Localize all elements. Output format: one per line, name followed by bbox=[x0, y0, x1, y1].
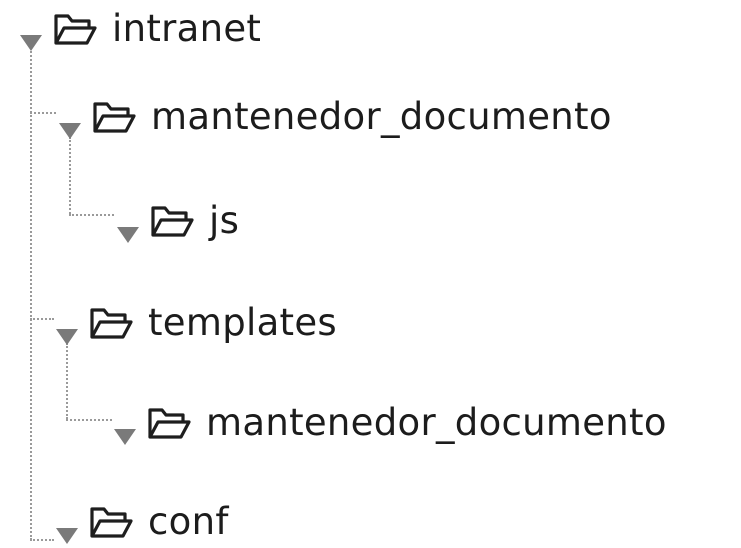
tree-node-label: js bbox=[209, 199, 240, 242]
expander-arrow-icon[interactable] bbox=[52, 497, 82, 547]
tree-node-label: mantenedor_documento bbox=[151, 95, 612, 138]
tree-guide-line bbox=[30, 318, 54, 320]
tree-node-label: intranet bbox=[112, 7, 262, 50]
tree-node-intranet[interactable]: intranet bbox=[16, 4, 261, 54]
tree-node-templates[interactable]: templates bbox=[52, 298, 337, 348]
tree-node-label: templates bbox=[148, 301, 338, 344]
expander-arrow-icon[interactable] bbox=[55, 92, 85, 142]
expander-arrow-icon[interactable] bbox=[110, 398, 140, 448]
tree-node-label: mantenedor_documento bbox=[206, 401, 667, 444]
tree-guide-line bbox=[69, 214, 114, 216]
folder-open-icon bbox=[86, 298, 136, 348]
tree-node-mantenedor-documento[interactable]: mantenedor_documento bbox=[110, 398, 667, 448]
tree-node-label: conf bbox=[148, 500, 229, 543]
tree-guide-line bbox=[69, 137, 71, 214]
expander-arrow-icon[interactable] bbox=[52, 298, 82, 348]
tree-node-js[interactable]: js bbox=[113, 196, 239, 246]
expander-arrow-icon[interactable] bbox=[113, 196, 143, 246]
tree-guide-line bbox=[66, 419, 112, 421]
folder-open-icon bbox=[89, 92, 139, 142]
folder-open-icon bbox=[147, 196, 197, 246]
folder-open-icon bbox=[144, 398, 194, 448]
tree-node-mantenedor-documento[interactable]: mantenedor_documento bbox=[55, 92, 612, 142]
tree-guide-line bbox=[30, 539, 54, 541]
tree-node-conf[interactable]: conf bbox=[52, 497, 229, 547]
tree-guide-line bbox=[66, 343, 68, 419]
tree-guide-line bbox=[30, 112, 56, 114]
tree-guide-line bbox=[30, 40, 32, 540]
folder-open-icon bbox=[86, 497, 136, 547]
folder-open-icon bbox=[50, 4, 100, 54]
expander-arrow-icon[interactable] bbox=[16, 4, 46, 54]
folder-tree: intranet mantenedor_documento js templat… bbox=[0, 0, 741, 548]
